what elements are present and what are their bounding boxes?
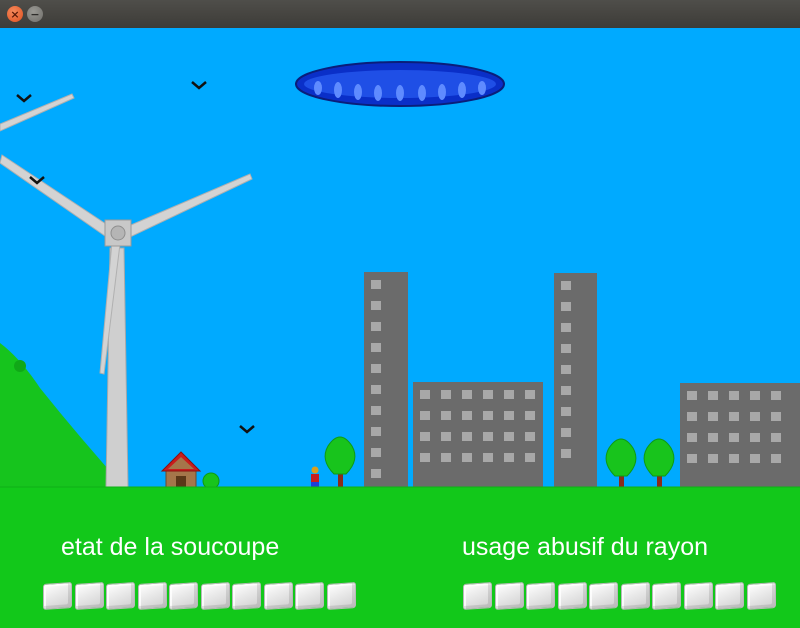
building-window [525,390,535,399]
building-window [729,391,739,400]
cube-icon [715,581,744,611]
building-window [441,453,451,462]
building-window [371,280,381,289]
building-window [729,412,739,421]
cube-icon [652,581,681,611]
cube-icon [683,581,713,611]
building-tall-left [364,272,408,488]
building-window [708,391,718,400]
cube-icon [200,581,230,611]
building-window [420,453,430,462]
cube-icon [326,581,356,611]
building-window [771,412,781,421]
cube-icon [295,581,324,611]
building-window [687,433,697,442]
building-window [504,453,514,462]
building-window [561,323,571,332]
building-window [708,433,718,442]
building-window [525,432,535,441]
building-wide-mid [413,382,543,488]
building-window [729,433,739,442]
cube-icon [43,581,72,611]
building-window [750,412,760,421]
building-window [462,390,472,399]
building-window [420,432,430,441]
building-window [371,322,381,331]
cube-icon [589,581,618,611]
game-scene[interactable]: etat de la soucoupe usage abusif du rayo… [0,28,800,628]
close-icon[interactable]: × [7,6,23,22]
building-window [561,428,571,437]
building-window [525,411,535,420]
building-window [687,412,697,421]
building-window [371,343,381,352]
game-window: × − etat de la soucoupe usage abusif du … [0,0,800,628]
building-window [750,454,760,463]
building-window [371,406,381,415]
saucer-state-meter [43,581,358,611]
person-icon[interactable] [311,466,319,489]
cube-icon [74,581,104,611]
building-window [729,454,739,463]
cube-icon [232,581,261,611]
building-window [504,432,514,441]
ray-abuse-meter [463,581,778,611]
cube-icon [746,581,776,611]
building-window [561,365,571,374]
cube-icon [106,581,135,611]
building-window [441,432,451,441]
building-window [561,302,571,311]
minimize-icon[interactable]: − [27,6,43,22]
cube-icon [494,581,524,611]
cube-icon [557,581,587,611]
saucer-state-label: etat de la soucoupe [61,533,280,561]
building-window [371,427,381,436]
building-window [561,281,571,290]
building-window [504,390,514,399]
building-window [483,390,493,399]
building-window [525,453,535,462]
building-window [561,386,571,395]
building-window [561,407,571,416]
ray-abuse-label: usage abusif du rayon [462,533,709,561]
building-window [371,448,381,457]
building-window [771,433,781,442]
cube-icon [620,581,650,611]
building-wide-right [680,383,800,488]
building-tall-right [554,273,597,488]
building-window [420,411,430,420]
building-window [441,411,451,420]
building-window [441,390,451,399]
cube-icon [463,581,492,611]
building-window [750,433,760,442]
building-window [462,432,472,441]
hill-bush [14,360,26,372]
building-window [504,411,514,420]
building-window [708,454,718,463]
building-window [771,454,781,463]
building-window [561,449,571,458]
cube-icon [137,581,167,611]
building-window [483,453,493,462]
building-window [687,454,697,463]
ufo-icon [295,61,505,107]
building-window [708,412,718,421]
building-window [371,385,381,394]
cube-icon [263,581,293,611]
building-window [483,411,493,420]
building-window [371,301,381,310]
building-window [462,411,472,420]
building-window [371,469,381,478]
cube-icon [169,581,198,611]
building-window [420,390,430,399]
building-window [561,344,571,353]
building-window [771,391,781,400]
cube-icon [526,581,555,611]
building-window [462,453,472,462]
building-window [687,391,697,400]
building-window [750,391,760,400]
building-window [483,432,493,441]
building-window [371,364,381,373]
window-titlebar: × − [0,0,800,29]
